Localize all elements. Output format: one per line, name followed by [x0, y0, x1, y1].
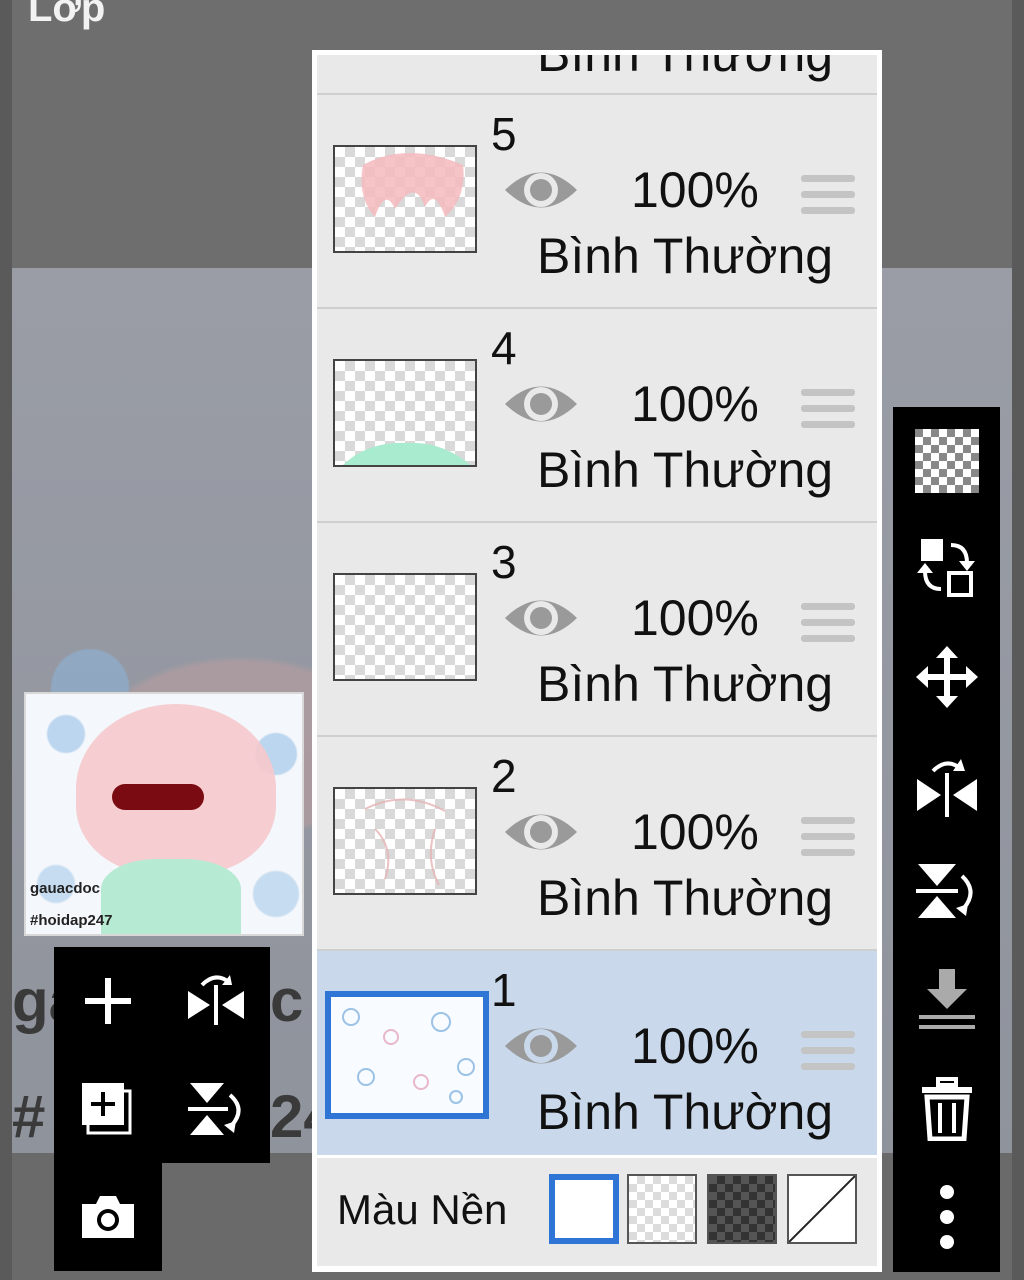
canvas-text-line1-end: c — [270, 967, 304, 1034]
merge-down-icon — [918, 969, 975, 1029]
layer-blend-mode[interactable]: Bình Thường — [537, 55, 833, 83]
background-white-swatch[interactable] — [549, 1174, 619, 1244]
canvas-text-line2: # — [12, 1083, 46, 1150]
flip-layer-horizontal-button[interactable] — [162, 947, 270, 1055]
layer-blend-mode[interactable]: Bình Thường — [537, 869, 833, 927]
visibility-eye-icon[interactable] — [503, 805, 579, 859]
layer-thumbnail[interactable] — [333, 573, 477, 681]
layer-actions-panel — [54, 947, 270, 1163]
flip-horizontal-icon — [916, 759, 977, 817]
preview-watermark-tag: #hoidap247 — [30, 912, 113, 929]
flip-horizontal-button[interactable] — [893, 735, 1000, 839]
lineart-sketch-thumbnail — [364, 798, 446, 886]
transparency-button[interactable] — [893, 409, 1000, 513]
layer-blend-mode[interactable]: Bình Thường — [537, 1083, 833, 1141]
background-none-swatch[interactable] — [787, 1174, 857, 1244]
layer-thumbnail[interactable] — [325, 991, 489, 1119]
preview-censor-bar — [112, 784, 204, 810]
left-edge — [0, 0, 12, 1280]
layer-row-partial[interactable]: Bình Thường — [317, 55, 877, 95]
layer-thumbnail[interactable] — [333, 145, 477, 253]
layer-number: 1 — [491, 964, 517, 1016]
hair-sketch-thumbnail — [361, 153, 464, 217]
layer-blend-mode[interactable]: Bình Thường — [537, 227, 833, 285]
drag-handle-icon[interactable] — [801, 175, 855, 221]
trash-icon — [921, 1077, 972, 1141]
flip-vertical-icon — [188, 1083, 241, 1135]
checker-icon — [914, 429, 979, 493]
more-options-button[interactable] — [893, 1165, 1000, 1269]
visibility-eye-icon[interactable] — [503, 591, 579, 645]
visibility-eye-icon[interactable] — [503, 163, 579, 217]
delete-layer-button[interactable] — [893, 1057, 1000, 1161]
app-title: Lớp — [28, 0, 106, 30]
flip-horizontal-icon — [188, 975, 244, 1025]
move-layer-button[interactable] — [893, 625, 1000, 729]
layer-actions-panel-lower — [54, 1163, 162, 1271]
more-vertical-icon — [939, 1185, 954, 1249]
layer-thumbnail[interactable] — [333, 787, 477, 895]
import-photo-button[interactable] — [54, 1163, 162, 1271]
visibility-eye-icon[interactable] — [503, 1019, 579, 1073]
background-transparent-swatch[interactable] — [627, 1174, 697, 1244]
move-arrows-icon — [915, 646, 978, 708]
layer-opacity[interactable]: 100% — [631, 1017, 759, 1075]
layer-row[interactable]: 3 100% Bình Thường — [317, 523, 877, 737]
layer-blend-mode[interactable]: Bình Thường — [537, 655, 833, 713]
camera-icon — [82, 1196, 134, 1238]
visibility-eye-icon[interactable] — [503, 377, 579, 431]
layer-opacity[interactable]: 100% — [631, 803, 759, 861]
background-dark-checker-swatch[interactable] — [707, 1174, 777, 1244]
drag-handle-icon[interactable] — [801, 817, 855, 863]
right-edge — [1012, 0, 1024, 1280]
swap-icon — [916, 539, 975, 597]
drag-handle-icon[interactable] — [801, 603, 855, 649]
flower-pattern-thumbnail — [331, 997, 483, 1113]
swap-layer-button[interactable] — [893, 515, 1000, 619]
layer-row-selected[interactable]: 1 100% Bình Thường — [317, 951, 877, 1155]
layer-number: 5 — [491, 108, 517, 160]
layer-row[interactable]: 4 100% Bình Thường — [317, 309, 877, 523]
duplicate-icon — [82, 1083, 132, 1135]
layer-row[interactable]: 2 100% Bình Thường — [317, 737, 877, 951]
layers-panel: Bình Thường 5 100% Bình Thường 4 — [312, 50, 882, 1272]
sweater-sketch-thumbnail — [343, 442, 471, 465]
layer-number: 4 — [491, 322, 517, 374]
flip-vertical-icon — [915, 864, 972, 918]
flip-vertical-button[interactable] — [893, 839, 1000, 943]
no-background-icon — [789, 1176, 855, 1242]
duplicate-layer-button[interactable] — [54, 1055, 162, 1163]
merge-down-button[interactable] — [893, 947, 1000, 1051]
drag-handle-icon[interactable] — [801, 389, 855, 435]
background-color-row: Màu Nền — [317, 1158, 877, 1266]
layer-list[interactable]: Bình Thường 5 100% Bình Thường 4 — [317, 55, 877, 1155]
drag-handle-icon[interactable] — [801, 1031, 855, 1077]
preview-sweater — [101, 859, 241, 934]
preview-watermark-name: gauacdoc — [30, 880, 101, 897]
plus-icon — [85, 978, 131, 1024]
layer-number: 2 — [491, 750, 517, 802]
flip-layer-vertical-button[interactable] — [162, 1055, 270, 1163]
layer-opacity[interactable]: 100% — [631, 161, 759, 219]
right-toolbar — [893, 407, 1000, 1272]
layer-number: 3 — [491, 536, 517, 588]
add-layer-button[interactable] — [54, 947, 162, 1055]
layer-row[interactable]: 5 100% Bình Thường — [317, 95, 877, 309]
canvas-preview[interactable]: gauacdoc #hoidap247 — [24, 692, 304, 936]
background-color-label: Màu Nền — [337, 1186, 508, 1233]
layer-blend-mode[interactable]: Bình Thường — [537, 441, 833, 499]
layer-opacity[interactable]: 100% — [631, 375, 759, 433]
layer-opacity[interactable]: 100% — [631, 589, 759, 647]
layer-thumbnail[interactable] — [333, 359, 477, 467]
